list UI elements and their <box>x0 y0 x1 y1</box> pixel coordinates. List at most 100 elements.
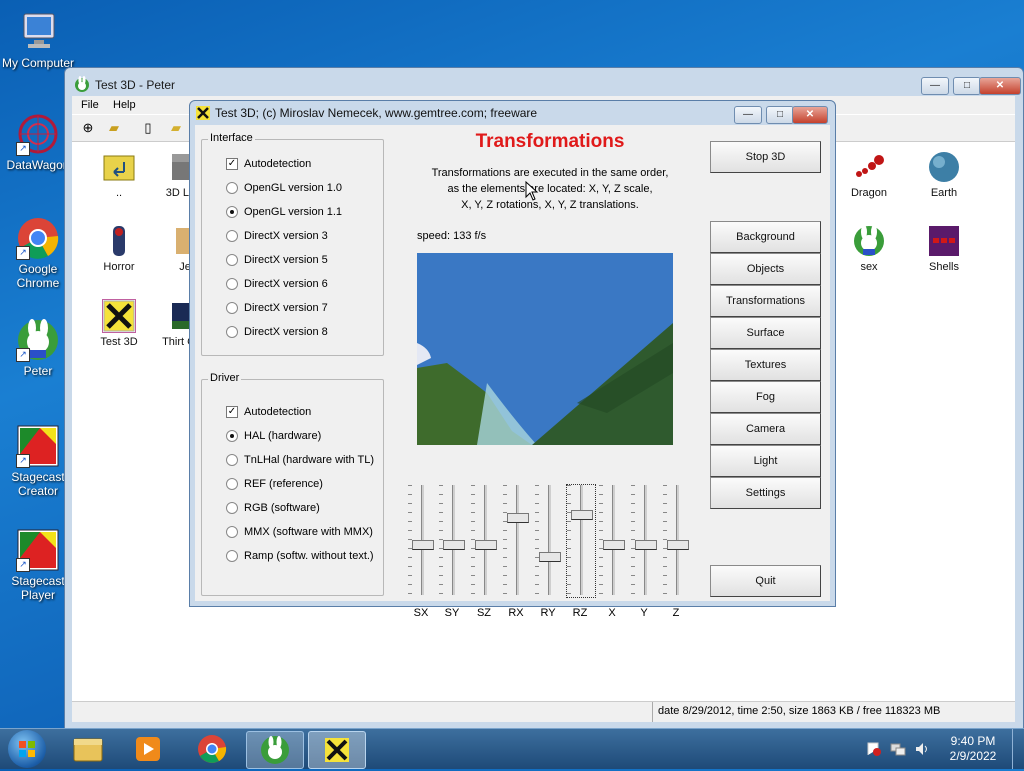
show-desktop-button[interactable] <box>1012 729 1024 769</box>
slider-y[interactable] <box>631 485 659 597</box>
file-item[interactable]: Earth <box>909 150 979 199</box>
dialog-minimize-button[interactable]: — <box>734 106 762 124</box>
slider-ry[interactable] <box>535 485 563 597</box>
radio-icon <box>226 302 238 314</box>
objects-button[interactable]: Objects <box>710 253 821 285</box>
clock[interactable]: 9:40 PM 2/9/2022 <box>940 734 1006 764</box>
quit-button[interactable]: Quit <box>710 565 821 597</box>
open-folder-icon[interactable]: ▰ <box>105 119 123 137</box>
file-item[interactable]: Test 3D <box>84 298 154 348</box>
slider-thumb[interactable] <box>443 540 465 550</box>
background-button[interactable]: Background <box>710 221 821 253</box>
radio-icon <box>226 230 238 242</box>
network-icon[interactable] <box>890 741 906 757</box>
clock-date: 2/9/2022 <box>949 749 997 763</box>
desktop-icon-label: My Computer <box>1 56 75 70</box>
file-item[interactable]: .. <box>84 150 154 199</box>
slider-sx[interactable] <box>408 485 436 597</box>
checkbox-icon: ✓ <box>226 406 238 418</box>
maximize-button[interactable]: □ <box>953 77 981 95</box>
slider-thumb[interactable] <box>571 510 593 520</box>
surface-button[interactable]: Surface <box>710 317 821 349</box>
minimize-button[interactable]: — <box>921 77 949 95</box>
textures-button[interactable]: Textures <box>710 349 821 381</box>
up-folder-icon <box>102 150 136 184</box>
slider-thumb[interactable] <box>635 540 657 550</box>
file-label: Horror <box>103 261 135 273</box>
slider-thumb[interactable] <box>539 552 561 562</box>
driver-group-label: Driver <box>208 372 242 384</box>
dialog-title: Test 3D; (c) Miroslav Nemecek, www.gemtr… <box>215 106 538 120</box>
horror-icon <box>102 224 136 258</box>
stagecast-player-icon: ↗ <box>16 528 60 572</box>
bunny-icon <box>852 224 886 258</box>
network-icon[interactable]: ⊕ <box>79 119 97 137</box>
page-title: Transformations <box>475 131 625 152</box>
file-label: Earth <box>930 187 958 199</box>
taskbar-test3d[interactable] <box>308 731 366 769</box>
menu-file[interactable]: File <box>81 99 99 111</box>
file-label: Shells <box>929 261 959 273</box>
slider-label: SY <box>444 607 460 619</box>
close-button[interactable]: ✕ <box>979 77 1021 95</box>
slider-label: RX <box>508 607 524 619</box>
statusbar: date 8/29/2012, time 2:50, size 1863 KB … <box>72 701 1015 722</box>
slider-thumb[interactable] <box>603 540 625 550</box>
slider-x[interactable] <box>599 485 627 597</box>
test3d-dialog: Test 3D; (c) Miroslav Nemecek, www.gemtr… <box>189 100 836 619</box>
status-text: date 8/29/2012, time 2:50, size 1863 KB … <box>658 705 941 717</box>
taskbar-chrome[interactable] <box>184 731 240 767</box>
clock-time: 9:40 PM <box>950 734 996 748</box>
file-item[interactable]: Dragon <box>834 150 904 199</box>
slider-label: Y <box>640 607 648 619</box>
shortcut-arrow-icon: ↗ <box>16 348 30 362</box>
taskbar-peter[interactable] <box>246 731 304 769</box>
slider-thumb[interactable] <box>667 540 689 550</box>
slider-thumb[interactable] <box>475 540 497 550</box>
stagecast-creator-icon: ↗ <box>16 424 60 468</box>
description: Transformations are executed in the same… <box>431 167 669 211</box>
earth-icon <box>927 150 961 184</box>
file-item[interactable]: Shells <box>909 224 979 273</box>
settings-button[interactable]: Settings <box>710 477 821 509</box>
file-label: sex <box>860 261 878 273</box>
slider-rz[interactable] <box>566 484 596 598</box>
fog-button[interactable]: Fog <box>710 381 821 413</box>
volume-icon[interactable] <box>914 741 930 757</box>
slider-z[interactable] <box>663 485 691 597</box>
slider-label: RZ <box>572 607 588 619</box>
start-button[interactable] <box>8 730 46 768</box>
taskbar-media-player[interactable] <box>120 731 176 767</box>
radio-icon <box>226 502 238 514</box>
test3d-icon <box>196 106 210 120</box>
light-button[interactable]: Light <box>710 445 821 477</box>
file-item[interactable]: Horror <box>84 224 154 273</box>
new-file-icon[interactable]: ▯ <box>139 119 157 137</box>
slider-label: Z <box>672 607 680 619</box>
action-center-icon[interactable] <box>866 741 882 757</box>
slider-label: RY <box>540 607 556 619</box>
file-item[interactable]: sex <box>834 224 904 273</box>
dialog-maximize-button[interactable]: □ <box>766 106 794 124</box>
radio-icon <box>226 430 238 442</box>
dragon-icon <box>852 150 886 184</box>
driver-group: Driver ✓ Autodetection HAL (hardware) TnL… <box>201 372 384 596</box>
slider-rx[interactable] <box>503 485 531 597</box>
stop-3d-button[interactable]: Stop 3D <box>710 141 821 173</box>
menu-help[interactable]: Help <box>113 99 136 111</box>
file-label: Test 3D <box>100 336 138 348</box>
dialog-close-button[interactable]: ✕ <box>792 106 828 124</box>
camera-button[interactable]: Camera <box>710 413 821 445</box>
radio-icon <box>226 326 238 338</box>
slider-thumb[interactable] <box>412 540 434 550</box>
slider-thumb[interactable] <box>507 513 529 523</box>
slider-sy[interactable] <box>439 485 467 597</box>
transformations-button[interactable]: Transformations <box>710 285 821 317</box>
taskbar: 9:40 PM 2/9/2022 <box>0 728 1024 769</box>
desktop-icon-my-computer[interactable]: My Computer <box>0 10 76 70</box>
slider-sz[interactable] <box>471 485 499 597</box>
taskbar-explorer[interactable] <box>60 731 116 767</box>
bunny-icon: ↗ <box>16 318 60 362</box>
checkbox-icon: ✓ <box>226 158 238 170</box>
new-folder-icon[interactable]: ▰ <box>167 119 185 137</box>
